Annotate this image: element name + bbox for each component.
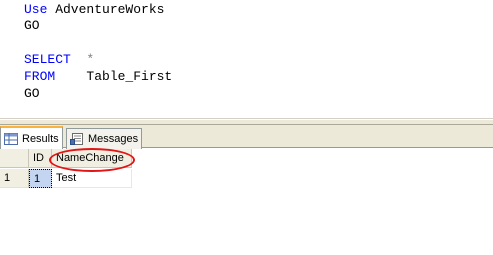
- query-editor[interactable]: Use AdventureWorks GO SELECT * FROM Tabl…: [0, 0, 493, 119]
- cell-id-value: 1: [34, 172, 41, 185]
- messages-icon: [70, 133, 84, 145]
- table-name: Table_First: [55, 69, 173, 84]
- tab-results-label: Results: [22, 132, 59, 145]
- keyword-from: FROM: [24, 69, 56, 84]
- row-number: 1: [4, 172, 11, 184]
- tab-results[interactable]: Results: [0, 126, 63, 149]
- highlight-annotation-circle: [49, 148, 135, 172]
- code-line-5: FROM Table_First: [24, 68, 172, 85]
- row-header[interactable]: 1: [0, 169, 29, 188]
- column-header-id-label: ID: [33, 152, 44, 164]
- results-tabstrip: Results Messages: [0, 125, 493, 149]
- go-statement-2: GO: [24, 86, 40, 101]
- code-line-1: Use AdventureWorks: [24, 1, 164, 18]
- keyword-use: Use: [24, 2, 48, 17]
- editor-margin: [0, 0, 11, 118]
- cell-namechange-value: Test: [56, 172, 77, 184]
- database-name: AdventureWorks: [47, 2, 165, 17]
- code-line-4: SELECT *: [24, 51, 94, 68]
- go-statement: GO: [24, 18, 40, 33]
- code-line-2: GO: [24, 17, 40, 34]
- grid-corner-header[interactable]: [0, 149, 29, 168]
- select-star: *: [70, 52, 95, 67]
- keyword-select: SELECT: [24, 52, 71, 67]
- tab-messages[interactable]: Messages: [66, 128, 142, 149]
- grid-icon: [4, 132, 18, 145]
- code-line-6: GO: [24, 85, 40, 102]
- table-cell-id[interactable]: 1: [29, 169, 52, 188]
- tab-messages-label: Messages: [88, 133, 139, 145]
